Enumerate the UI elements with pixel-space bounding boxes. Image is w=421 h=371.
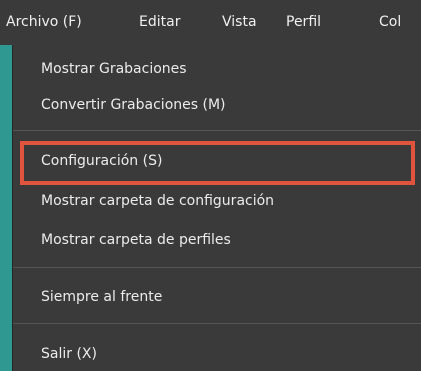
menu-editar[interactable]: Editar: [139, 0, 180, 45]
menu-archivo[interactable]: Archivo (F): [6, 0, 82, 45]
menu-separator: [13, 130, 421, 131]
menu-item-siempre-al-frente[interactable]: Siempre al frente: [13, 280, 421, 314]
menu-item-mostrar-carpeta-configuracion[interactable]: Mostrar carpeta de configuración: [13, 184, 421, 218]
menu-vista[interactable]: Vista: [222, 0, 257, 45]
menu-col[interactable]: Col: [379, 0, 401, 45]
menu-separator: [13, 267, 421, 268]
archivo-dropdown-menu: Mostrar Grabaciones Convertir Grabacione…: [12, 45, 421, 371]
menu-item-mostrar-carpeta-perfiles[interactable]: Mostrar carpeta de perfiles: [13, 223, 421, 257]
menu-item-configuracion[interactable]: Configuración (S): [13, 144, 421, 178]
menu-bar: Archivo (F) Editar Vista Perfil Col: [0, 0, 421, 45]
menu-perfil[interactable]: Perfil: [286, 0, 321, 45]
menu-item-mostrar-grabaciones[interactable]: Mostrar Grabaciones: [13, 52, 421, 86]
menu-item-convertir-grabaciones[interactable]: Convertir Grabaciones (M): [13, 88, 421, 122]
menu-item-salir[interactable]: Salir (X): [13, 337, 421, 371]
menu-separator: [13, 323, 421, 324]
